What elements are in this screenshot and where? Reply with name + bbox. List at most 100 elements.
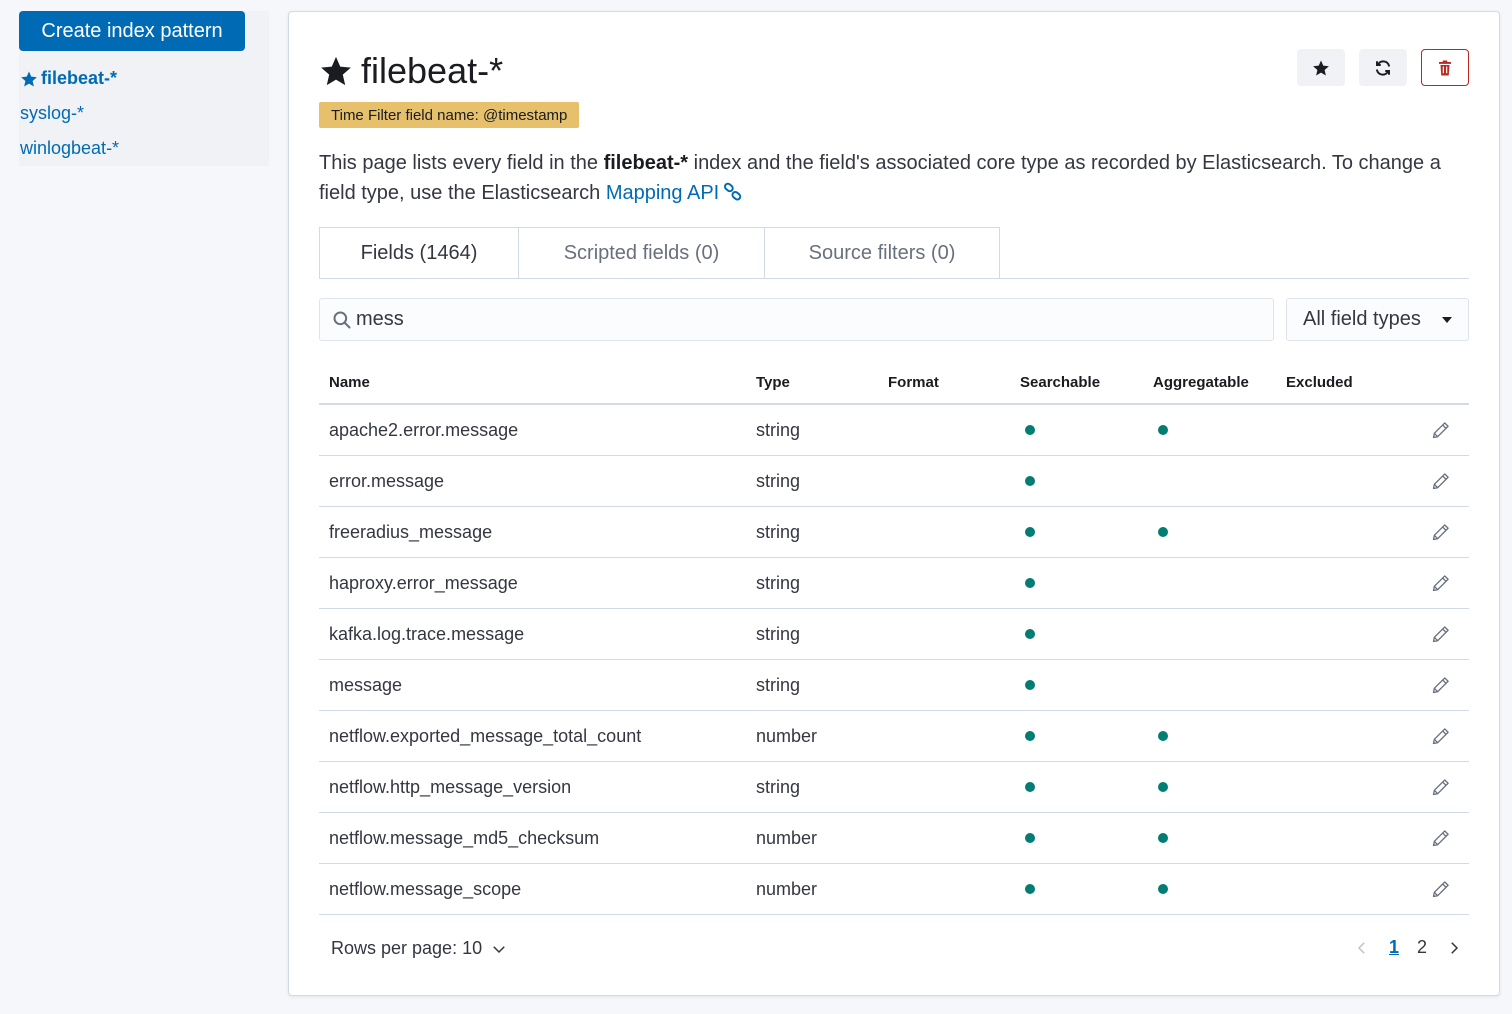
searchable-dot-icon [1025,833,1035,843]
table-row: apache2.error.message string [319,405,1469,456]
aggregatable-dot-icon [1158,425,1168,435]
field-type: string [756,623,801,644]
table-header: Name Type Format Searchable Aggregatable… [319,361,1469,405]
field-type: string [756,521,801,542]
searchable-dot-icon [1025,425,1035,435]
field-name: netflow.message_md5_checksum [329,827,600,848]
sidebar-item-syslog[interactable]: syslog-* [20,96,119,131]
pencil-icon [1432,830,1449,847]
pencil-icon [1432,626,1449,643]
search-input[interactable] [356,308,1236,331]
default-star-icon [321,56,351,86]
field-type: string [756,674,801,695]
searchable-dot-icon [1025,884,1035,894]
refresh-fields-button[interactable] [1359,49,1407,86]
searchable-cell [1020,833,1153,843]
tab-fields[interactable]: Fields (1464) [319,227,519,278]
chevron-right-icon[interactable] [1445,939,1463,957]
edit-field-button[interactable] [1429,673,1453,697]
searchable-dot-icon [1025,731,1035,741]
table-row: haproxy.error_message string [319,558,1469,609]
aggregatable-dot-icon [1158,884,1168,894]
field-name: netflow.message_scope [329,878,522,899]
page-description: This page lists every field in the fileb… [319,148,1459,208]
field-name: message [329,674,403,695]
field-search [319,298,1274,341]
searchable-cell [1020,629,1153,639]
table-row: netflow.http_message_version string [319,762,1469,813]
title-row: filebeat-* [319,50,503,92]
rows-per-page-label: Rows per page: 10 [331,938,483,958]
searchable-dot-icon [1025,578,1035,588]
sidebar-item-label: syslog-* [20,103,85,123]
aggregatable-cell [1153,782,1286,792]
edit-field-button[interactable] [1429,469,1453,493]
star-icon [1313,60,1329,75]
time-filter-badge: Time Filter field name: @timestamp [319,102,580,128]
sidebar: Create index pattern filebeat-* syslog-*… [19,11,269,166]
edit-field-button[interactable] [1429,826,1453,850]
search-icon [333,311,351,328]
pencil-icon [1432,575,1449,592]
pencil-icon [1432,779,1449,796]
aggregatable-dot-icon [1158,731,1168,741]
delete-index-pattern-button[interactable] [1421,49,1469,86]
aggregatable-cell [1153,425,1286,435]
searchable-cell [1020,782,1153,792]
column-header-format[interactable]: Format [888,374,1020,391]
sidebar-item-filebeat[interactable]: filebeat-* [20,61,119,96]
field-name: netflow.http_message_version [329,776,572,797]
header-actions [1297,49,1469,86]
column-header-type[interactable]: Type [756,374,888,391]
edit-field-button[interactable] [1429,520,1453,544]
edit-field-button[interactable] [1429,622,1453,646]
field-name: freeradius_message [329,521,493,542]
edit-field-button[interactable] [1429,571,1453,595]
chevron-left-icon[interactable] [1353,939,1371,957]
aggregatable-dot-icon [1158,833,1168,843]
table-row: kafka.log.trace.message string [319,609,1469,660]
column-header-searchable[interactable]: Searchable [1020,374,1153,391]
pencil-icon [1432,473,1449,490]
table-row: freeradius_message string [319,507,1469,558]
searchable-dot-icon [1025,476,1035,486]
set-default-button[interactable] [1297,49,1345,86]
sidebar-item-winlogbeat[interactable]: winlogbeat-* [20,131,119,166]
field-type: string [756,572,801,593]
pencil-icon [1432,524,1449,541]
page-2-button[interactable]: 2 [1417,937,1427,958]
aggregatable-cell [1153,833,1286,843]
pagination: 1 2 [1353,937,1463,958]
edit-field-button[interactable] [1429,724,1453,748]
page-title: filebeat-* [361,50,504,91]
field-type-select[interactable]: All field types [1286,298,1469,341]
pencil-icon [1432,728,1449,745]
mapping-api-link-label: Mapping API [605,182,720,204]
tab-scripted-fields[interactable]: Scripted fields (0) [519,227,765,278]
edit-field-button[interactable] [1429,877,1453,901]
tab-source-filters[interactable]: Source filters (0) [765,227,1000,278]
field-type: string [756,470,801,491]
table-row: error.message string [319,456,1469,507]
searchable-cell [1020,425,1153,435]
table-body: apache2.error.message string error.message… [319,405,1469,915]
edit-field-button[interactable] [1429,775,1453,799]
aggregatable-cell [1153,731,1286,741]
description-text: This page lists every field in the [319,152,604,174]
field-type-select-label: All field types [1303,308,1421,330]
table-row: netflow.exported_message_total_count numb… [319,711,1469,762]
edit-field-button[interactable] [1429,418,1453,442]
searchable-cell [1020,884,1153,894]
column-header-aggregatable[interactable]: Aggregatable [1153,374,1286,391]
column-header-name[interactable]: Name [319,374,756,391]
create-index-pattern-button[interactable]: Create index pattern [19,11,245,51]
column-header-excluded[interactable]: Excluded [1286,374,1406,391]
page-1-button[interactable]: 1 [1389,937,1399,958]
field-name: haproxy.error_message [329,572,518,593]
table-row: message string [319,660,1469,711]
mapping-api-link[interactable]: Mapping API [606,182,743,204]
index-pattern-list: filebeat-* syslog-* winlogbeat-* [20,61,119,166]
searchable-cell [1020,731,1153,741]
pencil-icon [1432,881,1449,898]
rows-per-page-button[interactable]: Rows per page: 10 [331,938,508,959]
